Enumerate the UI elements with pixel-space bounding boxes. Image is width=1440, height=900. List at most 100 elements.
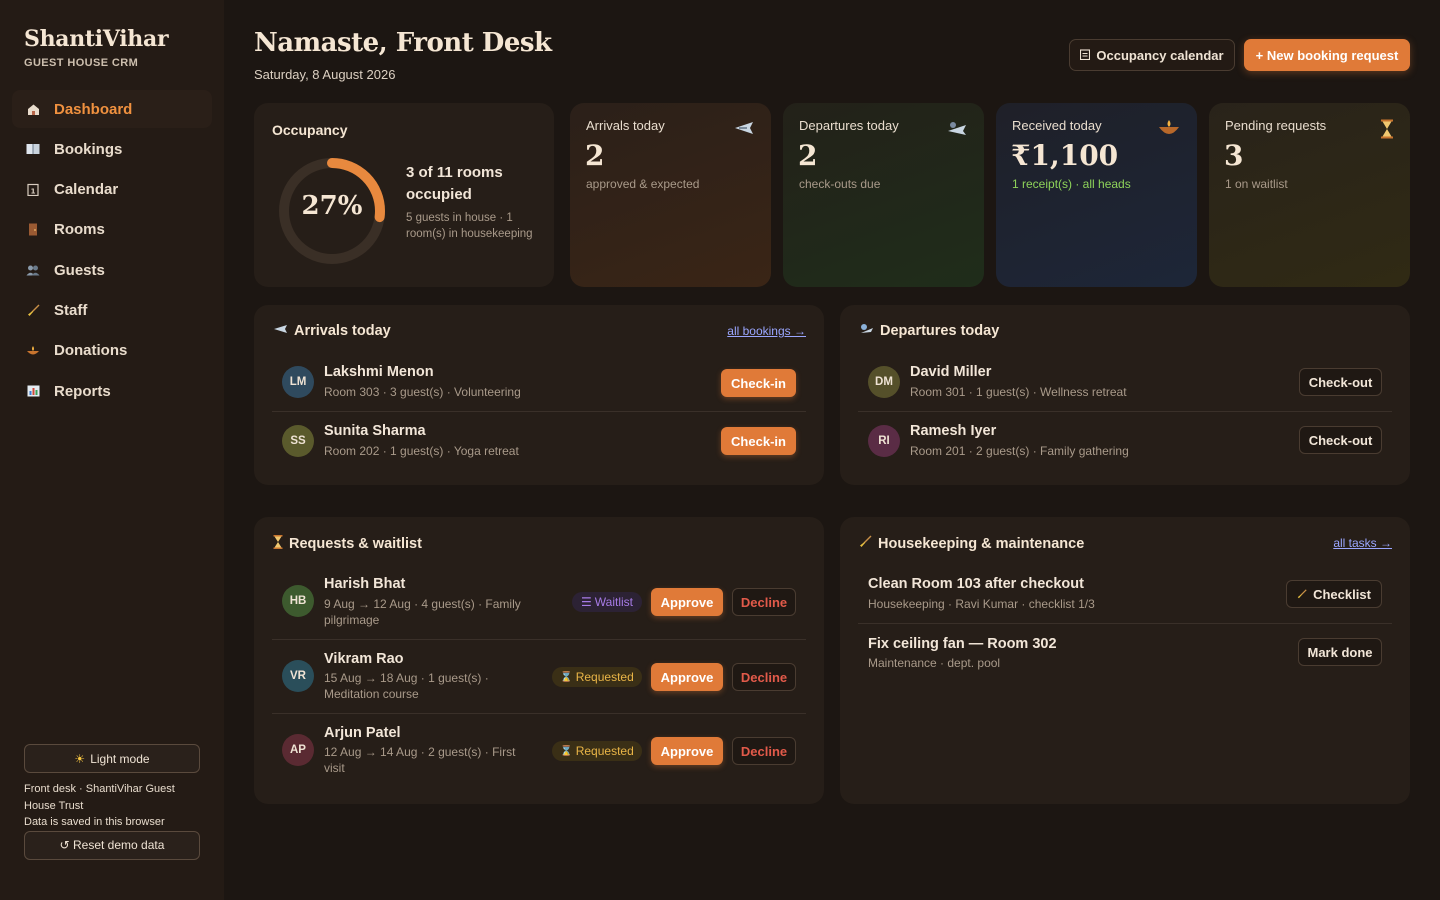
sidebar-item-bookings[interactable]: Bookings xyxy=(12,130,212,168)
checklist-button[interactable]: Checklist xyxy=(1286,580,1382,608)
sidebar-item-rooms[interactable]: Rooms xyxy=(12,211,212,249)
sidebar-item-label: Donations xyxy=(54,342,128,360)
mark-done-button[interactable]: Mark done xyxy=(1298,638,1382,666)
request-meta: 12 Aug → 14 Aug · 2 guest(s) · First vis… xyxy=(324,745,516,775)
occupancy-calendar-button[interactable]: Occupancy calendar xyxy=(1069,39,1235,71)
stat-value: 3 xyxy=(1224,139,1244,172)
request-meta: 15 Aug → 18 Aug · 1 guest(s) · Meditatio… xyxy=(324,671,489,701)
sidebar-item-guests[interactable]: Guests xyxy=(12,251,212,289)
reset-demo-button[interactable]: ↺ Reset demo data xyxy=(24,830,200,860)
avatar: VR xyxy=(282,660,314,692)
sidebar-item-label: Rooms xyxy=(54,221,105,239)
all-tasks-link[interactable]: all tasks → xyxy=(1333,536,1392,550)
occupancy-calendar-label: Occupancy calendar xyxy=(1096,47,1224,63)
task-title: Fix ceiling fan — Room 302 xyxy=(868,636,1057,652)
sidebar-note: Front desk · ShantiVihar Guest House Tru… xyxy=(24,781,200,831)
arrivals-panel: Arrivals today all bookings → LM Lakshmi… xyxy=(254,305,824,485)
broom-icon xyxy=(26,303,40,317)
status-label: Requested xyxy=(575,744,634,758)
stat-label: Pending requests xyxy=(1225,118,1327,133)
panel-title: Departures today xyxy=(859,323,999,339)
arrivals-stat-card: Arrivals today 2 approved & expected xyxy=(570,103,771,287)
sidebar-item-reports[interactable]: Reports xyxy=(12,372,212,410)
sidebar-item-staff[interactable]: Staff xyxy=(12,291,212,329)
checklist-label: Checklist xyxy=(1313,586,1371,602)
check-out-button[interactable]: Check-out xyxy=(1299,426,1382,454)
diya-icon xyxy=(26,344,40,358)
sidebar-item-donations[interactable]: Donations xyxy=(12,332,212,370)
guest-meta: Room 202 · 1 guest(s) · Yoga retreat xyxy=(324,444,519,458)
pending-stat-card: Pending requests 3 1 on waitlist xyxy=(1209,103,1410,287)
guest-meta: Room 201 · 2 guest(s) · Family gathering xyxy=(910,444,1129,458)
guest-name: Lakshmi Menon xyxy=(324,364,434,380)
stat-value: 2 xyxy=(798,139,818,172)
sidebar-item-label: Staff xyxy=(54,301,88,319)
page-title: Namaste, Front Desk xyxy=(254,28,552,58)
door-icon xyxy=(26,223,40,237)
check-in-button[interactable]: Check-in xyxy=(721,427,796,455)
sidebar-item-label: Reports xyxy=(54,382,111,400)
brand-subtitle: GUEST HOUSE CRM xyxy=(24,57,139,69)
calendar-icon xyxy=(1080,48,1091,63)
traveler-icon xyxy=(733,119,755,142)
sidebar-nav: Dashboard Bookings 1 Calendar Rooms Gues… xyxy=(12,90,212,412)
approve-button[interactable]: Approve xyxy=(651,663,723,691)
list-item: SS Sunita Sharma Room 202 · 1 guest(s) ·… xyxy=(272,412,806,471)
people-icon xyxy=(26,263,40,277)
storage-note: Data is saved in this browser xyxy=(24,816,165,828)
new-booking-button[interactable]: + New booking request xyxy=(1244,39,1410,71)
sidebar-item-dashboard[interactable]: Dashboard xyxy=(12,90,212,128)
check-in-button[interactable]: Check-in xyxy=(721,369,796,397)
guest-meta: Room 301 · 1 guest(s) · Wellness retreat xyxy=(910,385,1127,399)
broom-icon xyxy=(859,535,872,552)
task-meta: Housekeeping · Ravi Kumar · checklist 1/… xyxy=(868,597,1095,611)
decline-button[interactable]: Decline xyxy=(732,737,796,765)
avatar: SS xyxy=(282,425,314,457)
decline-button[interactable]: Decline xyxy=(732,588,796,616)
avatar: AP xyxy=(282,734,314,766)
approve-button[interactable]: Approve xyxy=(651,737,723,765)
list-item: LM Lakshmi Menon Room 303 · 3 guest(s) ·… xyxy=(272,353,806,412)
departures-title: Departures today xyxy=(880,323,1000,339)
theme-toggle-button[interactable]: ☀ Light mode xyxy=(24,744,200,773)
decline-button[interactable]: Decline xyxy=(732,663,796,691)
list-item: RI Ramesh Iyer Room 201 · 2 guest(s) · F… xyxy=(858,412,1392,471)
guest-name: Ramesh Iyer xyxy=(910,423,997,439)
stat-sub: 1 on waitlist xyxy=(1225,177,1288,191)
chart-icon xyxy=(26,384,40,398)
avatar: HB xyxy=(282,585,314,617)
guest-name: Sunita Sharma xyxy=(324,423,426,439)
stat-label: Departures today xyxy=(799,118,899,133)
sidebar-item-calendar[interactable]: 1 Calendar xyxy=(12,171,212,209)
svg-text:1: 1 xyxy=(31,188,36,196)
sidebar: ShantiVihar GUEST HOUSE CRM Dashboard Bo… xyxy=(0,0,224,900)
avatar: DM xyxy=(868,366,900,398)
status-badge: ⌛ Requested xyxy=(552,667,642,687)
occupancy-detail: 5 guests in house · 1 room(s) in houseke… xyxy=(406,212,533,240)
approve-button[interactable]: Approve xyxy=(651,588,723,616)
check-out-button[interactable]: Check-out xyxy=(1299,368,1382,396)
calendar-icon: 1 xyxy=(26,183,40,197)
diya-icon xyxy=(1157,119,1181,144)
list-item: AP Arjun Patel 12 Aug → 14 Aug · 2 guest… xyxy=(272,714,806,788)
stat-sub: 1 receipt(s) · all heads xyxy=(1012,177,1131,191)
stat-sub: approved & expected xyxy=(586,177,700,191)
departures-panel: Departures today DM David Miller Room 30… xyxy=(840,305,1410,485)
current-date: Saturday, 8 August 2026 xyxy=(254,67,396,82)
stat-sub: check-outs due xyxy=(799,177,881,191)
all-bookings-link[interactable]: all bookings → xyxy=(727,324,806,338)
task-title: Clean Room 103 after checkout xyxy=(868,576,1084,592)
guest-name: Vikram Rao xyxy=(324,651,404,667)
stat-value: ₹1,100 xyxy=(1011,139,1119,172)
avatar: RI xyxy=(868,425,900,457)
hourglass-icon xyxy=(273,535,283,553)
hourglass-icon xyxy=(1380,119,1394,144)
list-item: DM David Miller Room 301 · 1 guest(s) · … xyxy=(858,353,1392,412)
received-stat-card: Received today ₹1,100 1 receipt(s) · all… xyxy=(996,103,1197,287)
arrivals-title: Arrivals today xyxy=(294,323,391,339)
panel-title: Housekeeping & maintenance xyxy=(859,535,1084,552)
stat-value: 2 xyxy=(585,139,605,172)
requests-panel: Requests & waitlist HB Harish Bhat 9 Aug… xyxy=(254,517,824,804)
panel-title: Arrivals today xyxy=(273,323,391,339)
brand: ShantiVihar GUEST HOUSE CRM xyxy=(24,26,169,69)
